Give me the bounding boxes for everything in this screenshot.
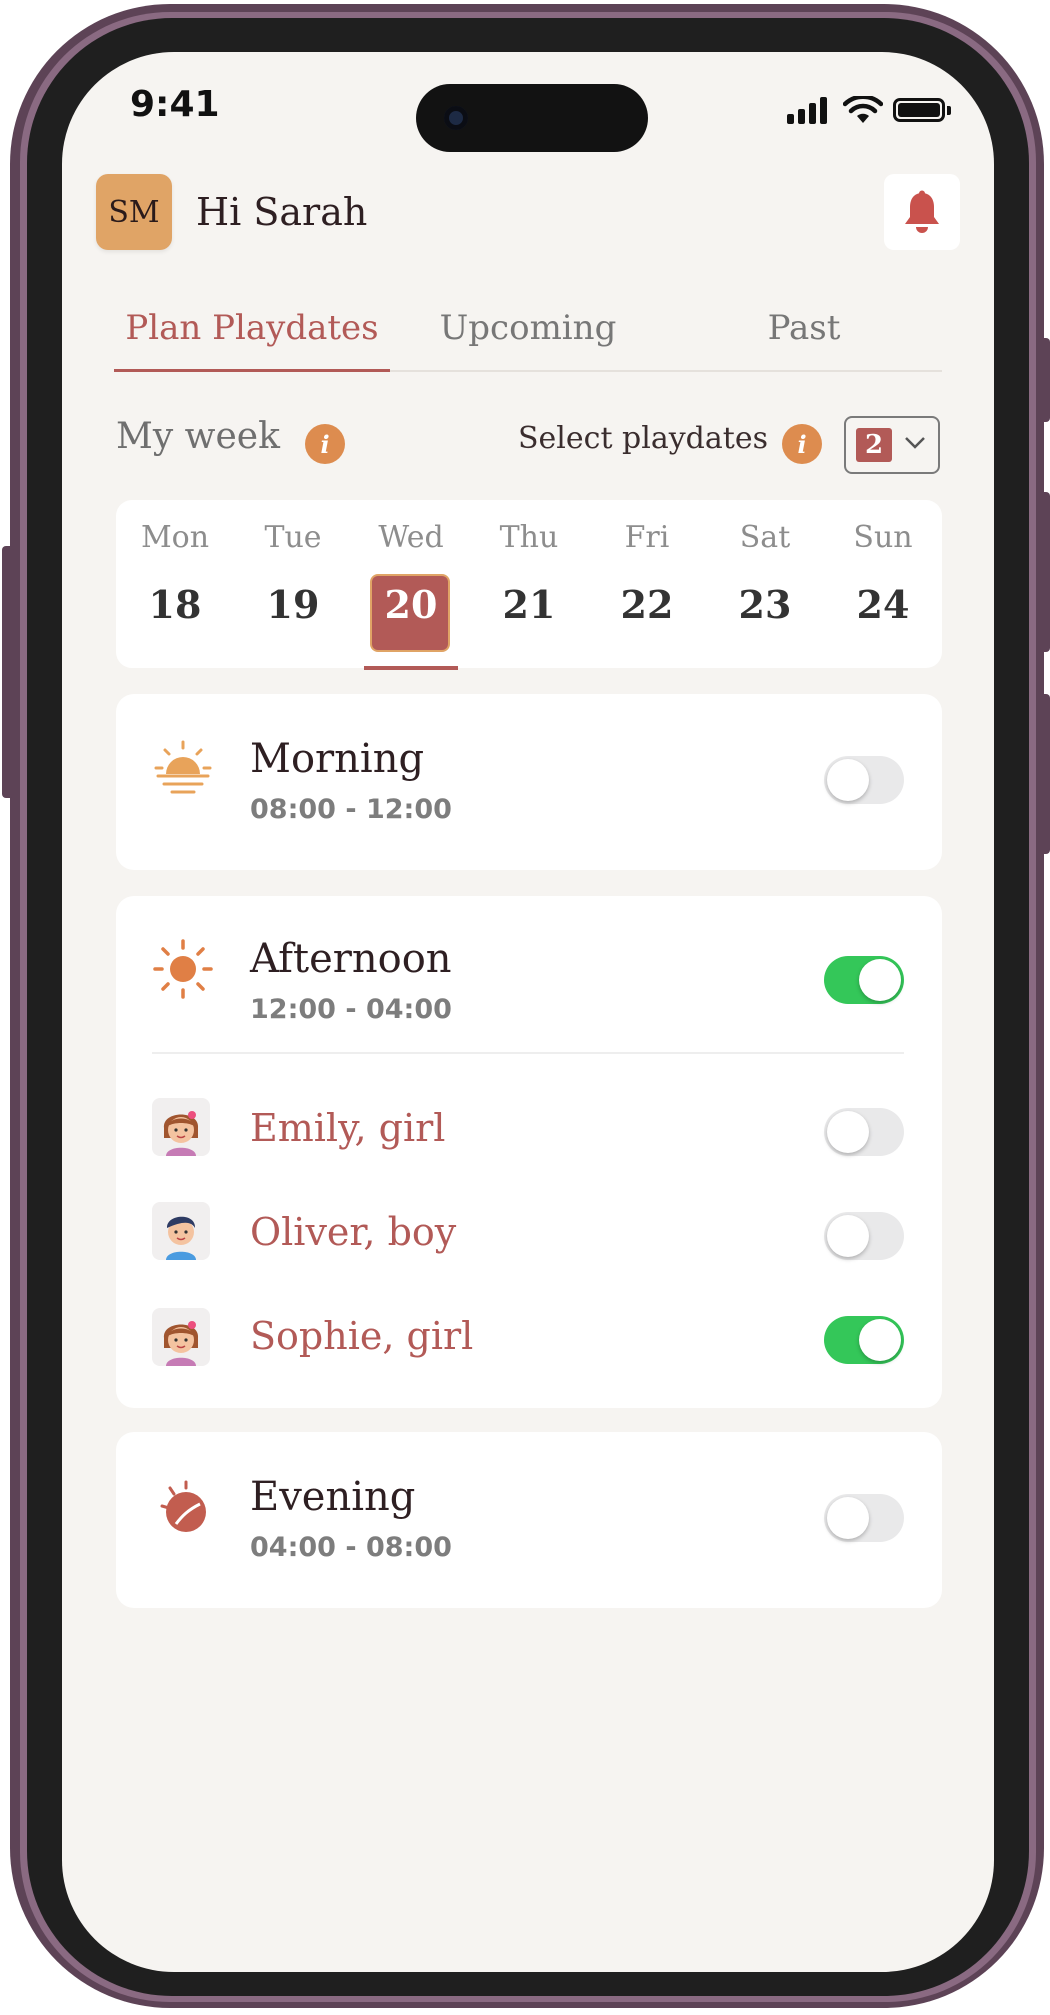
week-calendar: Mon 18 Tue 19 Wed 20 Thu 21 Fri 22 Sat 2…	[116, 500, 942, 670]
battery-icon	[893, 98, 945, 122]
sophie-toggle[interactable]	[824, 1316, 904, 1364]
day-tue[interactable]: Tue 19	[234, 500, 352, 668]
section-title: My week	[116, 416, 280, 457]
tab-past[interactable]: Past	[666, 308, 942, 348]
status-time: 9:41	[130, 84, 220, 125]
day-fri[interactable]: Fri 22	[588, 500, 706, 668]
day-name: Mon	[140, 520, 210, 555]
moon-icon	[160, 1480, 206, 1532]
day-number: 24	[856, 582, 910, 627]
girl-avatar-icon	[152, 1308, 210, 1366]
camera-icon	[444, 106, 468, 130]
playdate-count-dropdown[interactable]: 2	[844, 416, 940, 474]
day-name: Fri	[624, 520, 670, 555]
afternoon-slot-card: Afternoon 12:00 - 04:00 Emily, girl Oliv…	[116, 896, 942, 1408]
count-value: 2	[856, 428, 892, 462]
tab-upcoming[interactable]: Upcoming	[390, 308, 666, 348]
notifications-button[interactable]	[884, 174, 960, 250]
day-number: 21	[502, 582, 556, 627]
slot-title: Afternoon	[250, 936, 452, 982]
slot-title: Evening	[250, 1474, 416, 1520]
dynamic-island	[416, 84, 648, 152]
active-tab-indicator	[114, 369, 390, 372]
child-name: Oliver, boy	[250, 1210, 457, 1254]
battery-cap	[947, 106, 951, 115]
slot-time-range: 12:00 - 04:00	[250, 994, 452, 1025]
tab-plan-playdates[interactable]: Plan Playdates	[114, 308, 390, 348]
side-button-right-1	[1040, 338, 1050, 422]
day-number: 23	[738, 582, 792, 627]
child-name: Emily, girl	[250, 1106, 446, 1150]
signal-icon	[787, 96, 831, 124]
day-wed[interactable]: Wed 20	[352, 500, 470, 670]
day-sat[interactable]: Sat 23	[706, 500, 824, 668]
slot-time-range: 08:00 - 12:00	[250, 794, 452, 825]
day-name: Sun	[853, 520, 913, 555]
morning-slot-card: Morning 08:00 - 12:00	[116, 694, 942, 870]
morning-toggle[interactable]	[824, 756, 904, 804]
child-name: Sophie, girl	[250, 1314, 474, 1358]
day-sun[interactable]: Sun 24	[824, 500, 942, 668]
evening-slot-card: Evening 04:00 - 08:00	[116, 1432, 942, 1608]
info-icon[interactable]: i	[782, 424, 822, 464]
day-number: 18	[148, 582, 202, 627]
boy-avatar-icon	[152, 1202, 210, 1260]
side-button-right-2	[1040, 492, 1050, 652]
emily-toggle[interactable]	[824, 1108, 904, 1156]
sunrise-icon	[154, 740, 212, 794]
day-name: Tue	[264, 520, 322, 555]
day-name: Thu	[499, 520, 559, 555]
bell-icon	[905, 190, 939, 233]
sun-icon	[153, 939, 213, 999]
day-number: 19	[266, 582, 320, 627]
slot-title: Morning	[250, 736, 425, 782]
greeting-text: Hi Sarah	[196, 190, 368, 234]
user-avatar[interactable]: SM	[96, 174, 172, 250]
day-mon[interactable]: Mon 18	[116, 500, 234, 668]
app-screen: 9:41 SM Hi Sarah Plan Playdates Upcoming	[62, 52, 994, 1972]
tab-bar: Plan Playdates Upcoming Past	[114, 290, 942, 372]
select-playdates-label: Select playdates	[518, 421, 768, 456]
day-number: 20	[384, 582, 438, 627]
info-icon[interactable]: i	[305, 424, 345, 464]
slot-time-range: 04:00 - 08:00	[250, 1532, 452, 1563]
afternoon-toggle[interactable]	[824, 956, 904, 1004]
side-button-right-3	[1040, 694, 1050, 854]
day-name: Wed	[378, 520, 444, 555]
selected-day-indicator	[364, 666, 458, 670]
day-thu[interactable]: Thu 21	[470, 500, 588, 668]
day-name: Sat	[739, 520, 791, 555]
chevron-down-icon	[905, 437, 925, 449]
evening-toggle[interactable]	[824, 1494, 904, 1542]
oliver-toggle[interactable]	[824, 1212, 904, 1260]
wifi-icon	[843, 96, 883, 123]
side-button-left	[2, 546, 14, 798]
day-number: 22	[620, 582, 674, 627]
girl-avatar-icon	[152, 1098, 210, 1156]
divider	[152, 1052, 904, 1054]
